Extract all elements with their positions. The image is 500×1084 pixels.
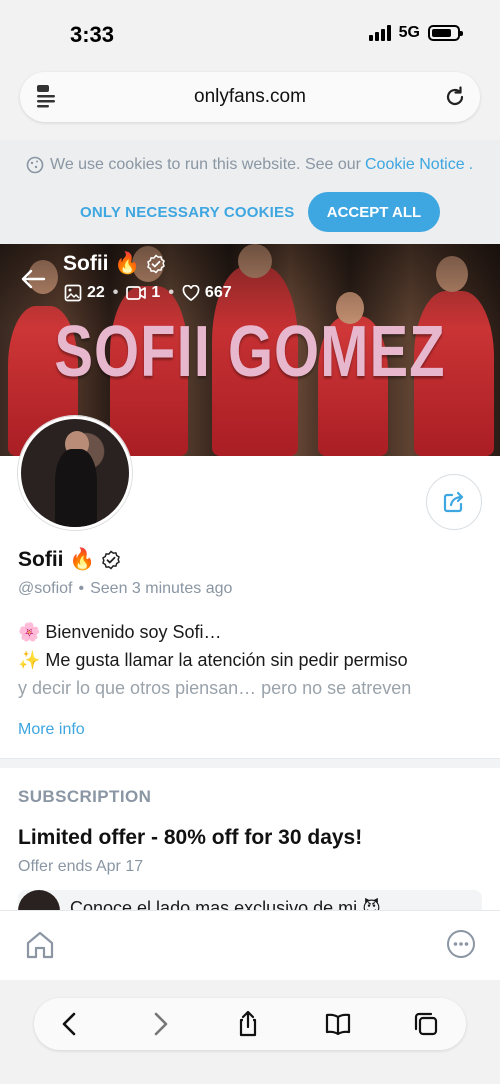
section-divider [0,758,500,768]
battery-fill [432,29,452,37]
cover-name: Sofii 🔥 [63,252,166,276]
forward-icon[interactable] [146,1010,174,1038]
cookie-icon [26,156,44,174]
verified-badge-icon [147,254,166,274]
battery-icon [428,25,463,41]
cover-title-overlay: SOFII GOMEZ [54,310,446,393]
subscription-heading: SUBSCRIPTION [18,787,152,806]
offer-title: Limited offer - 80% off for 30 days! [18,826,363,849]
cookie-text: We use cookies to run this website. See … [26,156,473,174]
status-bar: 3:33 5G [0,0,500,64]
meta-separator: • [78,580,85,597]
cookie-notice-link[interactable]: Cookie Notice [365,156,465,174]
profile-meta: @sofiof • Seen 3 minutes ago [18,580,232,598]
avatar[interactable] [18,416,132,530]
profile-handle: @sofiof [18,580,73,597]
cookie-message: We use cookies to run this website. See … [50,156,361,173]
likes-count: 667 [204,284,232,301]
back-icon[interactable] [56,1010,84,1038]
only-necessary-cookies-button[interactable]: ONLY NECESSARY COOKIES [70,192,304,232]
verified-badge-icon [102,550,121,570]
cover-name-text: Sofii 🔥 [63,252,141,275]
profile-name-text: Sofii 🔥 [18,548,96,571]
bookmarks-icon[interactable] [324,1010,352,1038]
network-label: 5G [398,24,420,41]
profile-name: Sofii 🔥 [18,548,121,572]
image-icon [64,284,82,302]
heart-icon [182,285,200,301]
share-sheet-icon[interactable] [234,1010,262,1038]
url-bar[interactable]: onlyfans.com [20,72,480,122]
url-text[interactable]: onlyfans.com [20,86,480,108]
cookie-banner: We use cookies to run this website. See … [0,140,500,244]
tabs-icon[interactable] [412,1010,440,1038]
status-indicators: 5G [368,24,463,42]
stats-separator: • [112,284,119,301]
likes-stat: 667 [182,284,232,302]
signal-icon [368,25,391,41]
cookie-period: . [468,156,474,173]
status-time: 3:33 [70,22,115,47]
offer-ends: Offer ends Apr 17 [18,858,144,875]
videos-count: 1 [151,284,161,301]
share-button[interactable] [426,474,482,530]
last-seen: Seen 3 minutes ago [90,580,233,597]
safari-toolbar [0,980,500,1084]
accept-all-button[interactable]: ACCEPT ALL [308,192,440,232]
photos-count: 22 [87,284,105,301]
arrow-left-icon[interactable] [20,266,46,292]
video-icon [126,286,147,300]
more-info-link[interactable]: More info [18,721,85,739]
more-icon[interactable] [446,929,476,959]
bio-line: 🌸 Bienvenido soy Sofi… [18,622,222,642]
stats-separator: • [168,284,174,301]
bio-line: y decir lo que otros piensan… pero no se… [18,678,412,698]
browser-url-area: onlyfans.com [0,64,500,140]
profile-bio: 🌸 Bienvenido soy Sofi… ✨ Me gusta llamar… [18,618,488,702]
videos-stat: 1 [126,284,160,302]
home-icon[interactable] [24,929,56,961]
reload-icon[interactable] [442,84,468,110]
share-icon [443,491,464,513]
photos-stat: 22 [64,284,105,302]
safari-toolbar-pill [34,998,466,1050]
cover-stats: 22 • 1 • 667 [64,284,232,302]
app-bottom-nav [0,910,500,980]
bio-line: ✨ Me gusta llamar la atención sin pedir … [18,650,408,670]
avatar-body [55,449,97,527]
